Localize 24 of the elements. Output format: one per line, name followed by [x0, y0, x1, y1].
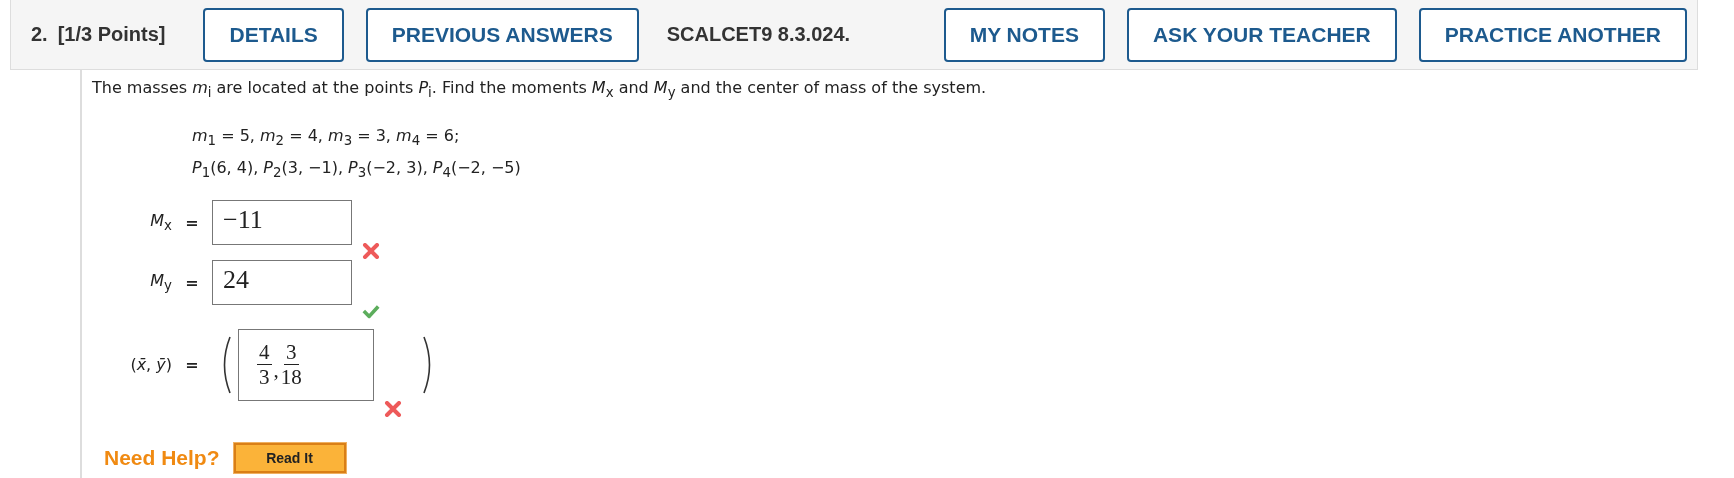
answer-field[interactable]: −11 [212, 200, 352, 246]
given-data: m$_{1}$ = 5, m$_{2}$ = 4, m$_{3}$ = 3, m$_{4}$ = 6; [192, 125, 461, 151]
need-help-label: Need Help? [104, 445, 220, 470]
given-data: P$_{1}$(6, 4), P$_{2}$(3, −1), P$_{3}$(−2, 3), P$_{4}$(−2, −5) [192, 157, 522, 183]
equals-sign: = [184, 273, 200, 293]
equals-sign: = [184, 213, 200, 233]
problem-statement: The masses m$_{i}$ are located at the points P$_{i}$. Find the moments M$_{x}$ and M$_{y}$ and the center of mass of the system. [92, 78, 988, 101]
answer-label: M$_{y}$ [149, 271, 172, 294]
read-it-button[interactable]: Read It [233, 442, 346, 473]
fraction: 4 3 [257, 340, 272, 390]
question-number: 2. [31, 23, 48, 46]
header-button[interactable]: PREVIOUS ANSWERS [365, 7, 639, 62]
answer-label: (x̄, ȳ) [129, 355, 172, 375]
answer-field[interactable]: 24 [212, 260, 352, 306]
header-button[interactable]: PRACTICE ANOTHER [1418, 7, 1687, 62]
problem-code: SCALCET9 8.3.024. [666, 23, 851, 46]
header-button[interactable]: MY NOTES [943, 7, 1105, 62]
equals-sign: = [184, 355, 200, 375]
header-button[interactable]: DETAILS [203, 7, 344, 62]
points-label: [1/3 Points] [57, 23, 166, 46]
header-button[interactable]: ASK YOUR TEACHER [1126, 7, 1397, 62]
comma: , [273, 358, 279, 384]
fraction: 3 18 [280, 340, 302, 390]
answer-label: M$_{x}$ [149, 211, 172, 234]
